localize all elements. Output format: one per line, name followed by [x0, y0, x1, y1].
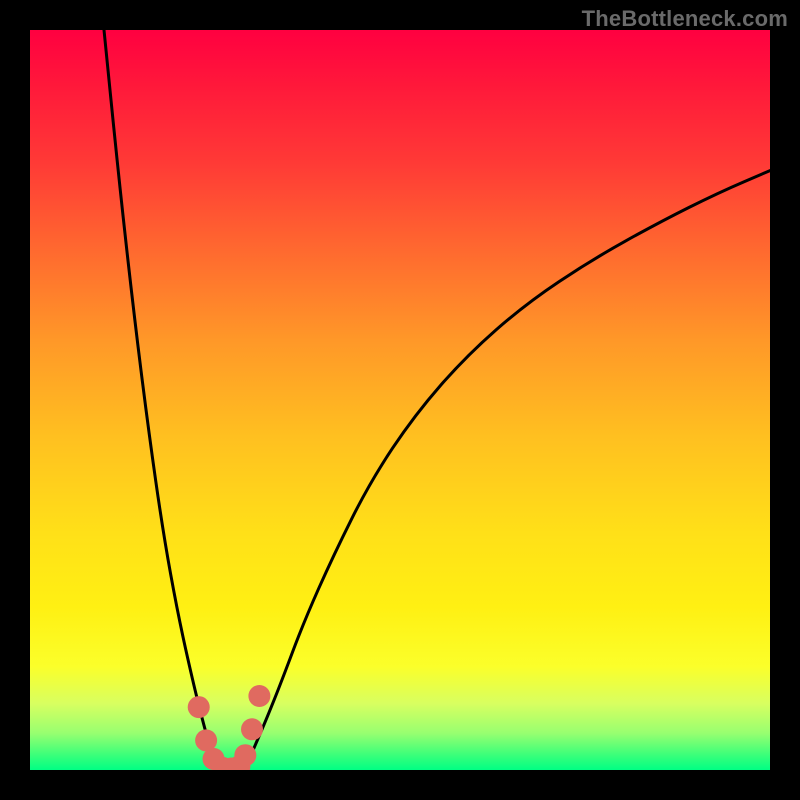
trough-marker [248, 685, 270, 707]
trough-marker [241, 718, 263, 740]
watermark-text: TheBottleneck.com [582, 6, 788, 32]
curve-right [244, 171, 770, 770]
trough-marker [188, 696, 210, 718]
curve-left [104, 30, 221, 770]
chart-svg-overlay [30, 30, 770, 770]
trough-markers-group [188, 685, 271, 770]
trough-marker [234, 744, 256, 766]
